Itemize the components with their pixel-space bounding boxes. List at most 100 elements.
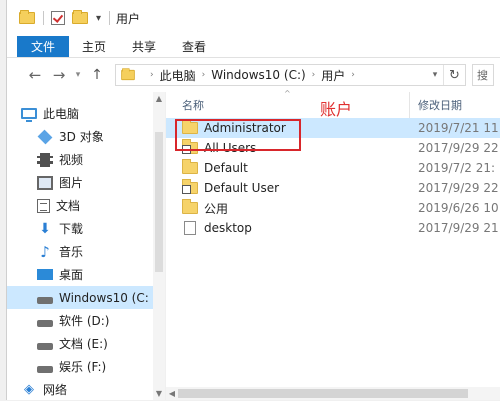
video-icon bbox=[37, 152, 53, 167]
sidebar-item-label: 音乐 bbox=[59, 245, 84, 259]
sidebar-item[interactable]: 视频 bbox=[7, 148, 165, 171]
documents-icon bbox=[37, 198, 50, 213]
file-date: 2017/9/29 22 bbox=[418, 181, 499, 195]
file-row[interactable]: desktop 2017/9/29 21 bbox=[166, 218, 500, 238]
file-icon bbox=[184, 221, 196, 235]
sidebar-item-label: 桌面 bbox=[59, 268, 84, 282]
sidebar-item-label: 网络 bbox=[43, 383, 68, 397]
breadcrumb-this-pc[interactable]: 此电脑 bbox=[160, 67, 196, 84]
music-icon: ♪ bbox=[40, 242, 50, 261]
sidebar-item-label: 娱乐 (F:) bbox=[59, 360, 107, 374]
annotation-highlight-box bbox=[175, 119, 301, 151]
tab-view[interactable]: 查看 bbox=[169, 36, 219, 57]
scrollbar-thumb[interactable] bbox=[178, 389, 468, 398]
file-name: desktop bbox=[204, 221, 252, 235]
desktop-icon bbox=[37, 269, 53, 280]
sidebar-item[interactable]: Windows10 (C: bbox=[7, 286, 153, 309]
column-header-date[interactable]: 修改日期 bbox=[410, 97, 462, 113]
sidebar-item[interactable]: ♪ 音乐 bbox=[7, 240, 165, 263]
up-arrow-icon[interactable]: ↑ bbox=[85, 67, 109, 83]
sidebar-item-label: 软件 (D:) bbox=[59, 314, 110, 328]
properties-icon[interactable] bbox=[50, 11, 66, 25]
sidebar-item-label: 3D 对象 bbox=[59, 130, 104, 144]
file-name-cell: 公用 bbox=[166, 199, 410, 217]
recent-locations-dropdown-icon[interactable]: ▾ bbox=[71, 70, 85, 80]
drive-icon bbox=[37, 297, 53, 304]
file-name: Default bbox=[204, 161, 248, 175]
chevron-right-icon[interactable]: › bbox=[150, 70, 154, 80]
file-row[interactable]: Default User 2017/9/29 22 bbox=[166, 178, 500, 198]
window-title: 用户 bbox=[116, 11, 141, 26]
refresh-icon[interactable]: ↻ bbox=[443, 65, 465, 85]
folder-icon bbox=[182, 159, 198, 174]
folder-icon bbox=[19, 10, 35, 25]
folder-icon bbox=[121, 68, 135, 81]
file-date: 2019/7/21 11 bbox=[418, 121, 499, 135]
downloads-icon: ⬇ bbox=[39, 220, 51, 237]
back-arrow-icon[interactable]: ← bbox=[23, 66, 47, 84]
chevron-right-icon[interactable]: › bbox=[202, 70, 206, 80]
file-date: 2017/9/29 21 bbox=[418, 221, 499, 235]
column-header-row: ^ 名称 修改日期 账户 bbox=[166, 89, 500, 119]
quick-access-dropdown-icon[interactable]: ▾ bbox=[96, 13, 101, 24]
scrollbar-thumb[interactable] bbox=[155, 132, 163, 272]
file-name: Default User bbox=[204, 181, 280, 195]
scroll-down-icon[interactable]: ▼ bbox=[153, 389, 165, 398]
search-input[interactable]: 搜 bbox=[472, 64, 494, 86]
drive-icon bbox=[37, 320, 53, 327]
folder-icon bbox=[182, 199, 198, 214]
file-date: 2017/9/29 22 bbox=[418, 141, 499, 155]
sidebar-item[interactable]: 此电脑 bbox=[7, 102, 165, 125]
breadcrumb-drive-c[interactable]: Windows10 (C:) bbox=[211, 68, 305, 82]
sidebar-item-label: 文档 bbox=[56, 199, 81, 213]
sidebar-item[interactable]: 3D 对象 bbox=[7, 125, 165, 148]
chevron-right-icon[interactable]: › bbox=[312, 70, 316, 80]
file-name-cell: Default bbox=[166, 159, 410, 175]
network-icon: ◈ bbox=[24, 381, 34, 397]
scroll-up-icon[interactable]: ▲ bbox=[153, 94, 165, 103]
sidebar-item[interactable]: 图片 bbox=[7, 171, 165, 194]
sidebar-item[interactable]: 软件 (D:) bbox=[7, 309, 165, 332]
sidebar-item-label: 视频 bbox=[59, 153, 84, 167]
tab-share[interactable]: 共享 bbox=[119, 36, 169, 57]
file-row[interactable]: Default 2019/7/2 21: bbox=[166, 158, 500, 178]
sidebar-item[interactable]: 文档 (E:) bbox=[7, 332, 165, 355]
drive-icon bbox=[37, 366, 53, 373]
sidebar-item[interactable]: 娱乐 (F:) bbox=[7, 355, 165, 378]
sidebar-item-label: 图片 bbox=[59, 176, 84, 190]
file-date: 2019/7/2 21: bbox=[418, 161, 496, 175]
breadcrumb-users[interactable]: 用户 bbox=[321, 67, 345, 84]
sidebar-item[interactable]: ⬇ 下载 bbox=[7, 217, 165, 240]
tab-file[interactable]: 文件 bbox=[17, 36, 70, 57]
tab-home[interactable]: 主页 bbox=[69, 36, 119, 57]
file-name-cell: desktop bbox=[166, 221, 410, 235]
pictures-icon bbox=[37, 175, 53, 190]
horizontal-scrollbar[interactable]: ◀ bbox=[166, 387, 500, 400]
new-folder-icon[interactable] bbox=[72, 10, 88, 25]
sidebar-item-label: 文档 (E:) bbox=[59, 337, 108, 351]
separator bbox=[43, 11, 44, 25]
navigation-pane: 此电脑 3D 对象视频图片文档 ⬇ 下载 ♪ 音乐桌面 Windows10 (C: 软件 (D… bbox=[7, 92, 165, 400]
computer-icon bbox=[21, 108, 37, 122]
ribbon-tabs: 文件 主页 共享 查看 bbox=[7, 36, 500, 58]
sidebar-item[interactable]: 文档 bbox=[7, 194, 165, 217]
3d-objects-icon bbox=[37, 129, 53, 144]
folder-shortcut-icon bbox=[182, 179, 198, 194]
navigation-scrollbar[interactable]: ▲ ▼ bbox=[153, 92, 165, 400]
sidebar-item[interactable]: ◈ 网络 bbox=[7, 378, 165, 401]
separator bbox=[109, 11, 111, 25]
drive-icon bbox=[37, 343, 53, 350]
address-dropdown-icon[interactable]: ▾ bbox=[427, 70, 443, 80]
sidebar-item[interactable]: 桌面 bbox=[7, 263, 165, 286]
address-bar[interactable]: › 此电脑 › Windows10 (C:) › 用户 › ▾ ↻ bbox=[115, 64, 466, 86]
address-row: ← → ▾ ↑ › 此电脑 › Windows10 (C:) › 用户 › ▾ … bbox=[7, 58, 500, 92]
file-date: 2019/6/26 10 bbox=[418, 201, 499, 215]
scroll-left-icon[interactable]: ◀ bbox=[166, 387, 178, 400]
file-row[interactable]: 公用 2019/6/26 10 bbox=[166, 198, 500, 218]
annotation-label: 账户 bbox=[320, 100, 353, 119]
forward-arrow-icon[interactable]: → bbox=[47, 66, 71, 84]
sidebar-item-label: 下载 bbox=[59, 222, 84, 236]
file-name-cell: Default User bbox=[166, 179, 410, 195]
sidebar-item-label: 此电脑 bbox=[43, 107, 80, 121]
chevron-right-icon[interactable]: › bbox=[351, 70, 355, 80]
